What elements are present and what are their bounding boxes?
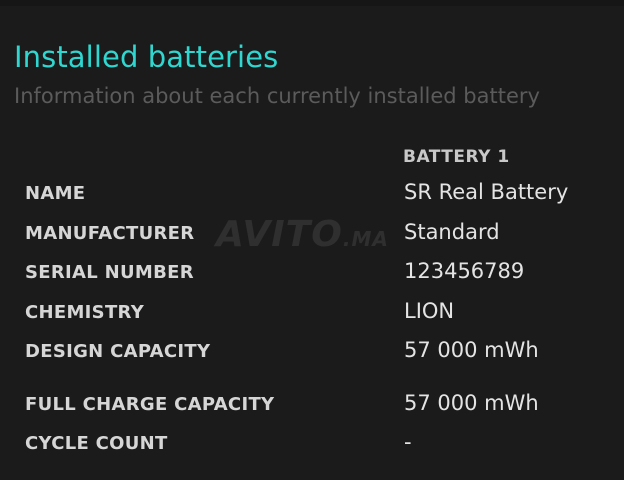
row-label-chemistry: CHEMISTRY [25,302,145,323]
row-value-full-charge-capacity: 57 000 mWh [404,391,539,415]
row-value-name: SR Real Battery [404,180,569,204]
row-value-serial-number: 123456789 [404,259,525,283]
battery-column-header: BATTERY 1 [403,147,510,167]
row-value-cycle-count: - [404,430,412,454]
row-value-design-capacity: 57 000 mWh [404,338,539,362]
row-label-name: NAME [25,183,86,204]
battery-report: Installed batteries Information about ea… [0,0,624,480]
watermark-logo: AVITO.MA [216,214,389,255]
row-value-chemistry: LION [404,299,455,323]
row-label-cycle-count: CYCLE COUNT [25,433,168,454]
row-label-manufacturer: MANUFACTURER [25,223,195,244]
row-value-manufacturer: Standard [404,220,500,244]
page-subtitle: Information about each currently install… [14,84,540,108]
row-label-full-charge-capacity: FULL CHARGE CAPACITY [25,394,275,415]
top-band [0,0,624,6]
page-title: Installed batteries [14,40,279,74]
row-label-design-capacity: DESIGN CAPACITY [25,341,211,362]
row-label-serial-number: SERIAL NUMBER [25,262,194,283]
